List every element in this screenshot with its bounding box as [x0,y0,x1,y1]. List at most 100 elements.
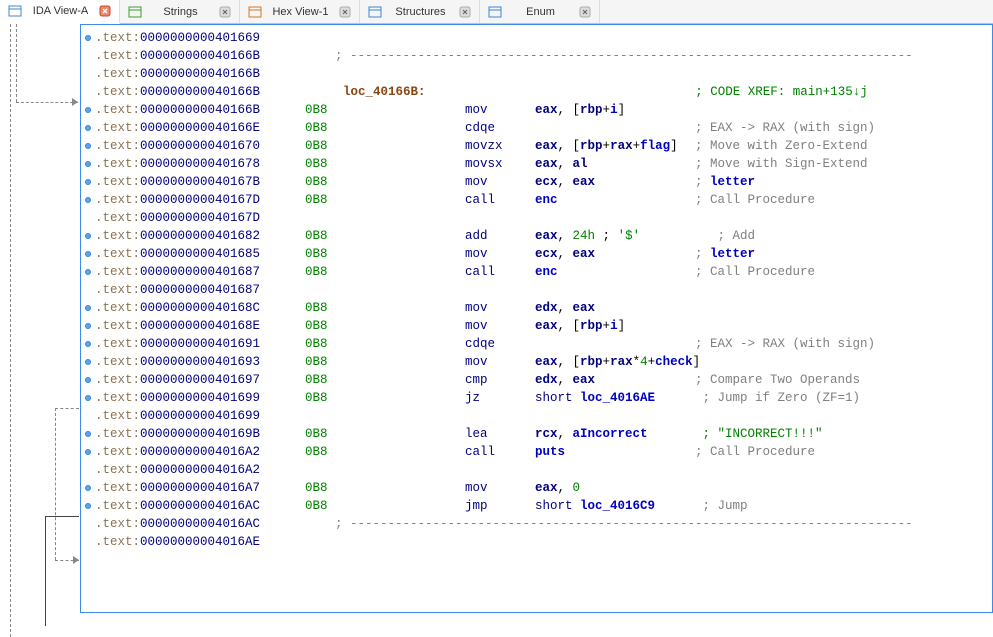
local-label[interactable]: loc_40166B: [343,85,426,99]
comment: ; EAX -> RAX (with sign) [695,121,875,135]
breakpoint-dot[interactable] [85,125,91,131]
asm-line[interactable]: .text:00000000004016780B8movsxeax, al; M… [81,155,992,173]
breakpoint-dot[interactable] [85,377,91,383]
mnemonic: mov [465,355,535,369]
breakpoint-dot[interactable] [85,161,91,167]
address: .text:00000000004016A2 [95,445,305,459]
asm-line[interactable]: .text:000000000040166B [81,65,992,83]
asm-line[interactable]: .text:000000000040168E0B8moveax, [rbp+i] [81,317,992,335]
asm-line[interactable]: .text:00000000004016820B8addeax, 24h ; '… [81,227,992,245]
breakpoint-dot[interactable] [85,485,91,491]
comment: ; Jump [695,499,748,513]
operands: edx, eax [535,373,695,387]
close-icon[interactable] [579,6,591,18]
comment: ; Move with Zero-Extend [695,139,868,153]
asm-line[interactable]: .text:00000000004016700B8movzxeax, [rbp+… [81,137,992,155]
disassembly-view[interactable]: .text:0000000000401669.text:000000000040… [80,24,993,613]
comment: ; Jump if Zero (ZF=1) [695,391,860,405]
asm-line[interactable]: .text:000000000040167B0B8movecx, eax; le… [81,173,992,191]
close-icon[interactable] [219,6,231,18]
close-icon[interactable] [459,6,471,18]
breakpoint-dot[interactable] [85,395,91,401]
breakpoint-dot[interactable] [85,251,91,257]
breakpoint-dot[interactable] [85,269,91,275]
address: .text:00000000004016AE [95,535,305,549]
breakpoint-dot[interactable] [85,323,91,329]
asm-line[interactable]: .text:00000000004016A20B8callputs; Call … [81,443,992,461]
stack-pointer-delta: 0B8 [305,265,335,279]
tab-label: IDA View-A [26,5,95,17]
asm-line[interactable]: .text:000000000040167D0B8callenc; Call P… [81,191,992,209]
asm-line[interactable]: .text:00000000004016910B8cdqe; EAX -> RA… [81,335,992,353]
tab-ida-view-a[interactable]: IDA View-A [0,0,120,24]
asm-line[interactable]: .text:000000000040168C0B8movedx, eax [81,299,992,317]
asm-line[interactable]: .text:000000000040167D [81,209,992,227]
breakpoint-dot[interactable] [85,359,91,365]
xref-comment[interactable]: ; CODE XREF: main+135↓j [695,85,868,99]
address: .text:000000000040166B [95,49,305,63]
tab-structures[interactable]: Structures [360,0,480,23]
breakpoint-dot[interactable] [85,305,91,311]
mnemonic: add [465,229,535,243]
breakpoint-dot[interactable] [85,35,91,41]
asm-line[interactable]: .text:000000000040169B0B8learcx, aIncorr… [81,425,992,443]
address: .text:00000000004016A7 [95,481,305,495]
address: .text:000000000040166E [95,121,305,135]
comment: ; "INCORRECT!!!" [695,427,823,441]
work-area: .text:0000000000401669.text:000000000040… [0,24,993,613]
stack-pointer-delta: 0B8 [305,499,335,513]
address: .text:0000000000401697 [95,373,305,387]
stack-pointer-delta: 0B8 [305,157,335,171]
asm-line[interactable]: .text:000000000040166E0B8cdqe; EAX -> RA… [81,119,992,137]
asm-line[interactable]: .text:00000000004016AE [81,533,992,551]
breakpoint-dot[interactable] [85,107,91,113]
asm-line[interactable]: .text:00000000004016A70B8moveax, 0 [81,479,992,497]
asm-line[interactable]: .text:00000000004016970B8cmpedx, eax; Co… [81,371,992,389]
stack-pointer-delta: 0B8 [305,319,335,333]
tab-label: Hex View-1 [266,6,335,18]
breakpoint-dot[interactable] [85,233,91,239]
stack-pointer-delta: 0B8 [305,103,335,117]
operands: eax, al [535,157,695,171]
asm-line[interactable]: .text:0000000000401669 [81,29,992,47]
operands: eax, [rbp+rax*4+check] [535,355,700,369]
address: .text:00000000004016AC [95,517,305,531]
breakpoint-dot[interactable] [85,341,91,347]
asm-line[interactable]: .text:0000000000401687 [81,281,992,299]
address: .text:000000000040166B [95,67,305,81]
asm-line[interactable]: .text:00000000004016990B8jzshort loc_401… [81,389,992,407]
stack-pointer-delta: 0B8 [305,337,335,351]
close-icon[interactable] [339,6,351,18]
address: .text:000000000040168C [95,301,305,315]
asm-line[interactable]: .text:000000000040166B0B8moveax, [rbp+i] [81,101,992,119]
breakpoint-dot[interactable] [85,431,91,437]
asm-line[interactable]: .text:00000000004016A2 [81,461,992,479]
breakpoint-dot[interactable] [85,503,91,509]
mnemonic: call [465,265,535,279]
address: .text:0000000000401687 [95,265,305,279]
asm-line[interactable]: .text:0000000000401699 [81,407,992,425]
asm-line[interactable]: .text:00000000004016AC0B8jmpshort loc_40… [81,497,992,515]
asm-line[interactable]: .text:00000000004016870B8callenc; Call P… [81,263,992,281]
stack-pointer-delta: 0B8 [305,373,335,387]
comment: ; letter [695,247,755,261]
asm-line[interactable]: .text:00000000004016930B8moveax, [rbp+ra… [81,353,992,371]
tab-strings[interactable]: Strings [120,0,240,23]
breakpoint-dot[interactable] [85,449,91,455]
breakpoint-dot[interactable] [85,197,91,203]
address: .text:0000000000401685 [95,247,305,261]
tab-hex-view-1[interactable]: Hex View-1 [240,0,360,23]
mnemonic: movzx [465,139,535,153]
operands: short loc_4016C9 [535,499,695,513]
breakpoint-dot[interactable] [85,179,91,185]
close-icon[interactable] [99,5,111,17]
asm-line[interactable]: .text:00000000004016AC; ----------------… [81,515,992,533]
asm-line[interactable]: .text:000000000040166B; ----------------… [81,47,992,65]
tab-label: Structures [386,6,455,18]
tab-enum[interactable]: Enum [480,0,600,23]
comment: ; Compare Two Operands [695,373,860,387]
breakpoint-dot[interactable] [85,143,91,149]
asm-line[interactable]: .text:000000000040166Bloc_40166B:; CODE … [81,83,992,101]
asm-line[interactable]: .text:00000000004016850B8movecx, eax; le… [81,245,992,263]
stack-pointer-delta: 0B8 [305,481,335,495]
